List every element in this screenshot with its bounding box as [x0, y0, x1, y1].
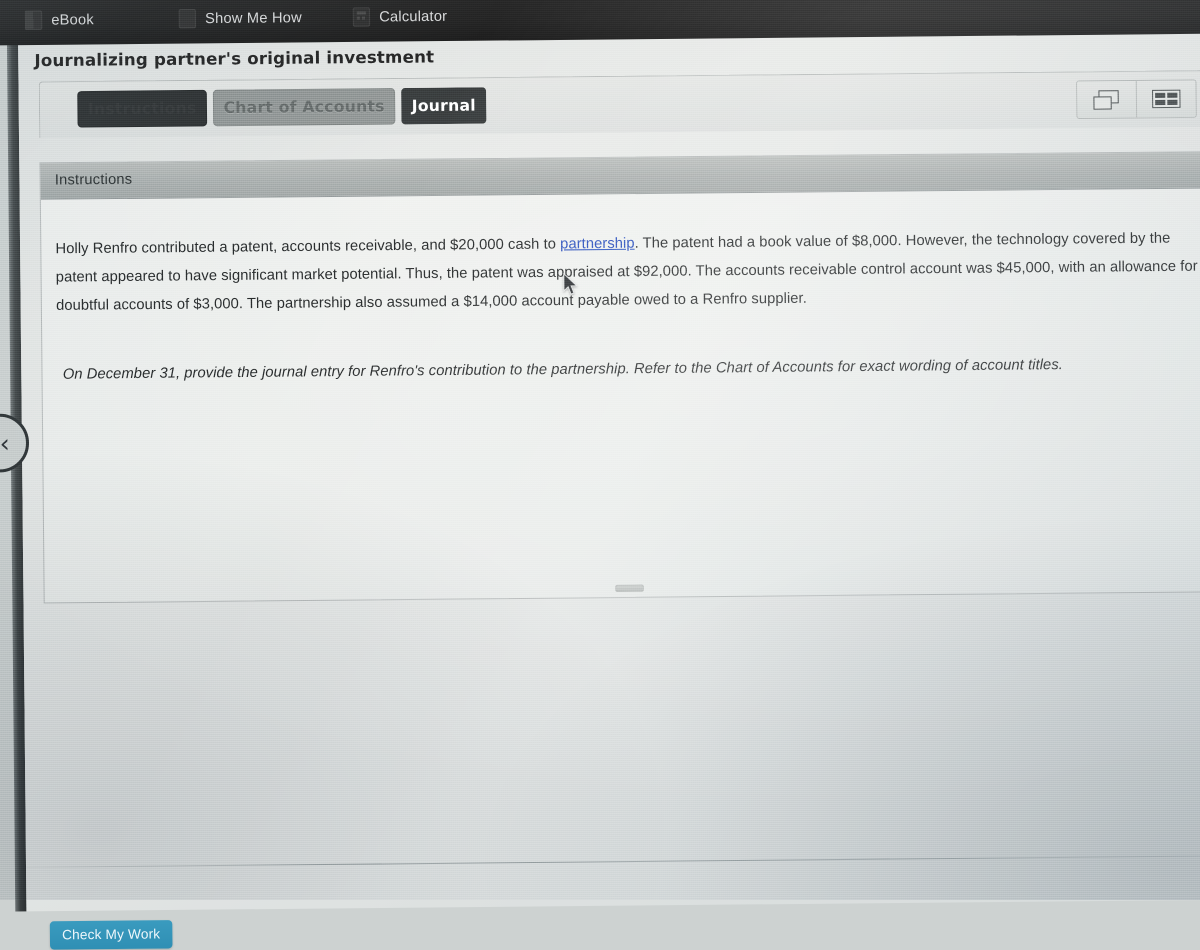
screen-root: ‹ eBook Show Me How Calculator Journaliz… — [0, 0, 1200, 950]
tile-windows-icon — [1152, 89, 1181, 109]
tab-instructions[interactable]: Instructions — [77, 89, 208, 128]
check-my-work-button[interactable]: Check My Work — [49, 920, 173, 950]
toolbar-item-calculator[interactable]: Calculator — [352, 7, 448, 27]
toolbar-item-ebook-label: eBook — [51, 11, 94, 29]
instructions-text-before-link: Holly Renfro contributed a patent, accou… — [55, 235, 561, 257]
mouse-cursor — [563, 272, 578, 295]
instructions-paragraph-2: On December 31, provide the journal entr… — [62, 356, 1063, 383]
toolbar-item-calculator-label: Calculator — [379, 8, 448, 25]
cascade-windows-icon — [1093, 90, 1119, 109]
tile-windows-button[interactable] — [1135, 80, 1196, 118]
video-icon — [178, 9, 197, 29]
calculator-icon — [352, 7, 371, 27]
tab-chart-of-accounts[interactable]: Chart of Accounts — [212, 88, 396, 127]
cascade-windows-button[interactable] — [1077, 80, 1137, 118]
window-controls — [1076, 79, 1197, 119]
toolbar-item-ebook[interactable]: eBook — [24, 10, 94, 30]
book-icon — [24, 10, 43, 30]
instructions-panel-body: Holly Renfro contributed a patent, accou… — [41, 189, 1200, 583]
toolbar-item-show-me-how[interactable]: Show Me How — [178, 8, 303, 29]
instructions-panel-title: Instructions — [54, 171, 133, 189]
tab-list: Instructions Chart of Accounts Journal — [77, 87, 487, 128]
tab-journal[interactable]: Journal — [401, 87, 487, 125]
panel-resize-handle[interactable] — [614, 584, 644, 592]
chevron-left-icon: ‹ — [0, 428, 10, 458]
instructions-paragraph-1: Holly Renfro contributed a patent, accou… — [55, 224, 1198, 320]
partnership-link[interactable]: partnership — [560, 235, 635, 252]
tab-strip: Instructions Chart of Accounts Journal — [38, 70, 1200, 139]
instructions-panel: Instructions Holly Renfro contributed a … — [39, 151, 1200, 604]
footer-divider — [26, 855, 1200, 868]
page-surface: Journalizing partner's original investme… — [18, 33, 1200, 950]
page-title: Journalizing partner's original investme… — [34, 47, 435, 71]
toolbar-item-show-me-how-label: Show Me How — [205, 9, 303, 27]
